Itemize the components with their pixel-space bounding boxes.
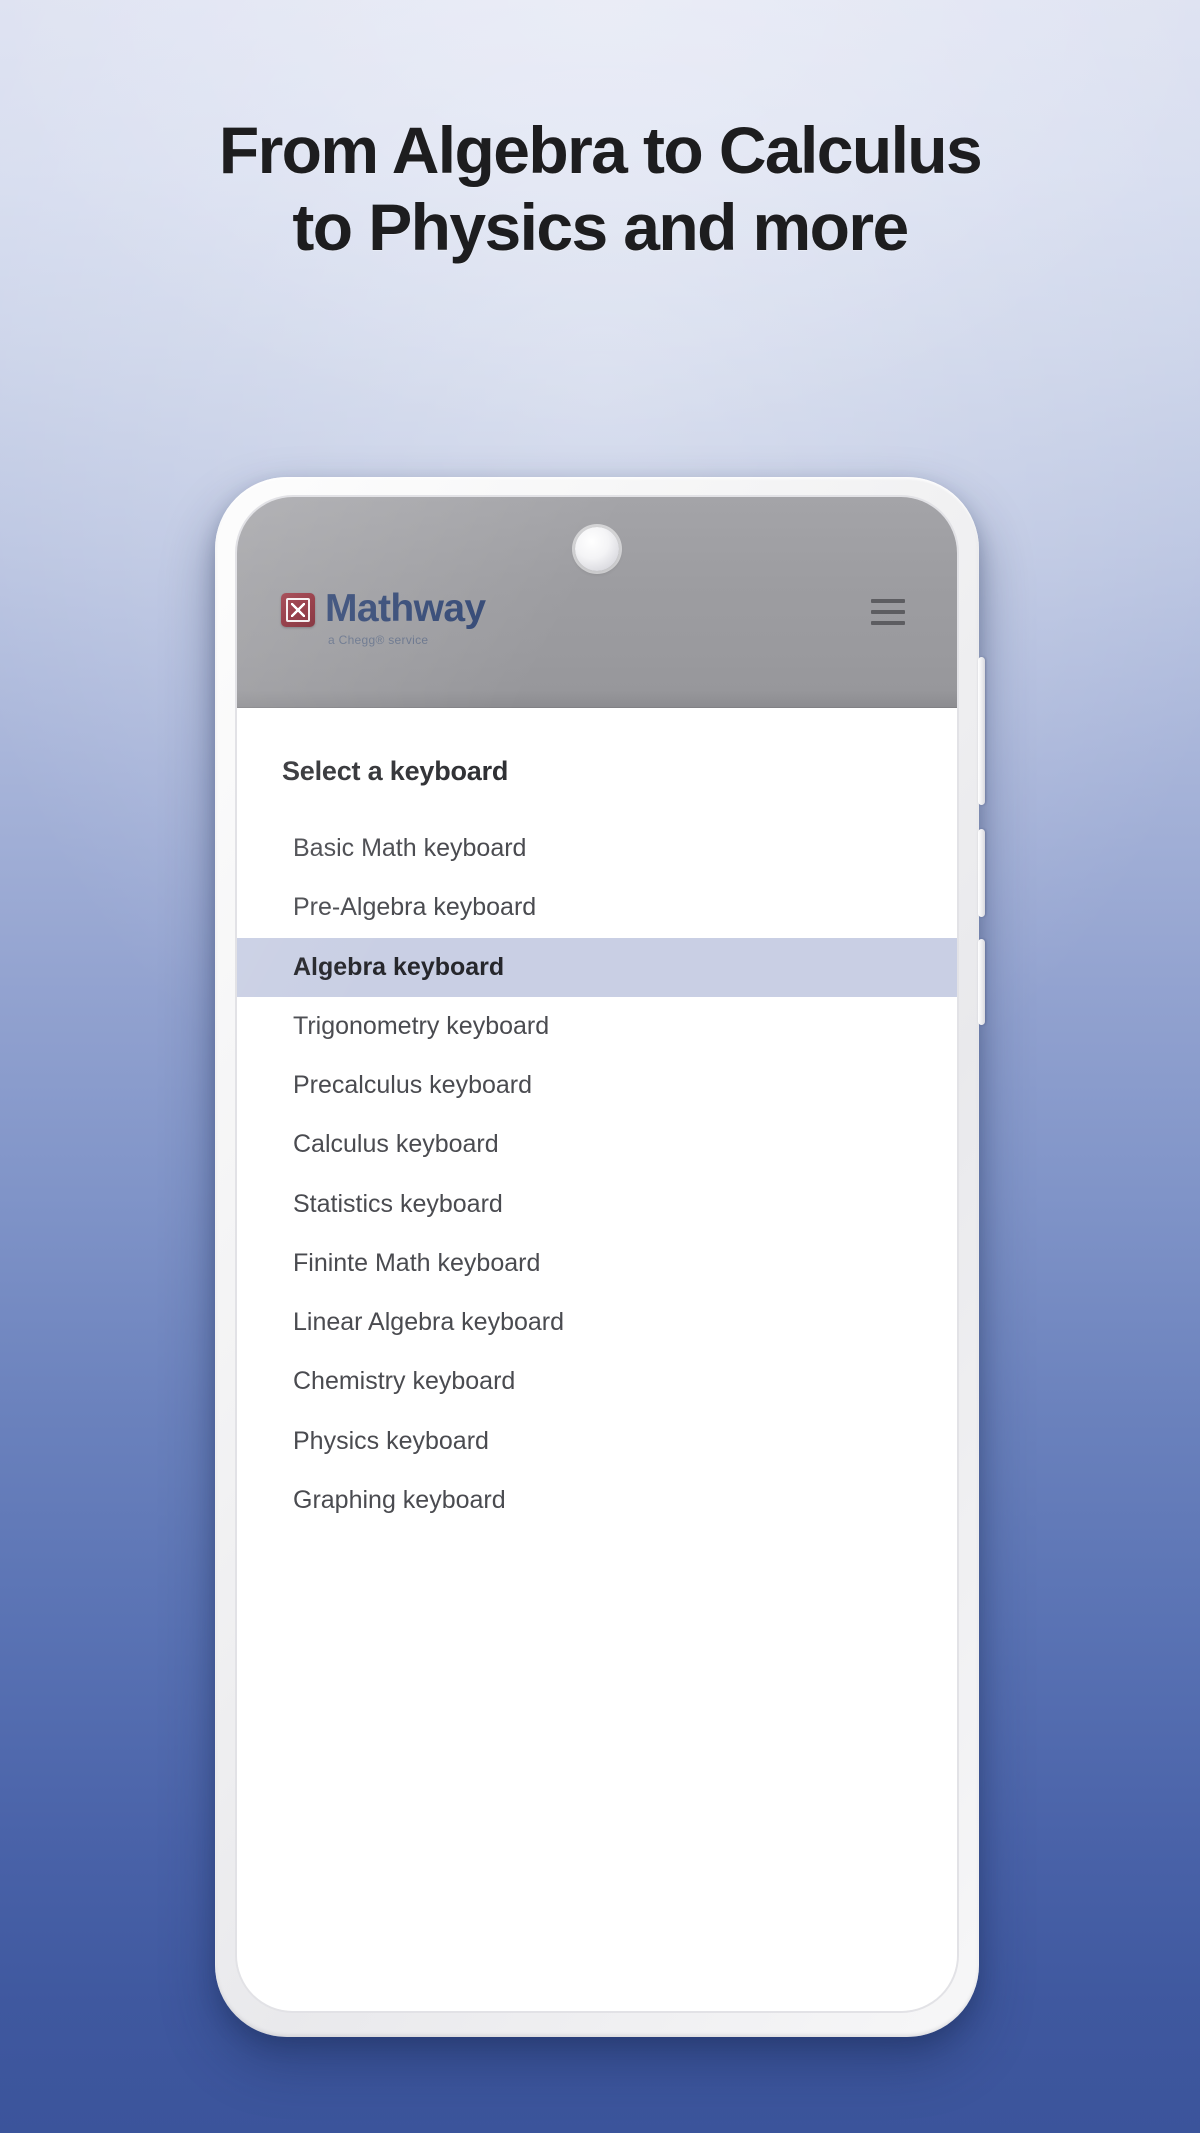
page-title: Select a keyboard	[282, 756, 509, 786]
keyboard-list-item[interactable]: Basic Math keyboard	[237, 819, 957, 878]
keyboard-list-item[interactable]: Calculus keyboard	[237, 1115, 957, 1174]
phone-screen: Mathway a Chegg® service Select a keyboa…	[237, 497, 957, 2011]
keyboard-list: Basic Math keyboard Pre-Algebra keyboard A…	[237, 819, 957, 1530]
keyboard-list-item[interactable]: Statistics keyboard	[237, 1175, 957, 1234]
phone-device-frame: Mathway a Chegg® service Select a keyboa…	[215, 477, 985, 2037]
mathway-mark-icon	[281, 593, 315, 627]
hamburger-bar	[871, 621, 905, 625]
mathway-tagline: a Chegg® service	[328, 633, 429, 647]
volume-down-button[interactable]	[978, 829, 985, 917]
mathway-logo[interactable]: Mathway a Chegg® service	[281, 589, 486, 647]
keyboard-list-item[interactable]: Algebra keyboard	[237, 937, 957, 997]
hamburger-bar	[871, 599, 905, 603]
keyboard-list-item[interactable]: Trigonometry keyboard	[237, 997, 957, 1056]
keyboard-list-item[interactable]: Graphing keyboard	[237, 1471, 957, 1530]
keyboard-list-item[interactable]: Physics keyboard	[237, 1412, 957, 1471]
headline-line-2: to Physics and more	[292, 189, 909, 264]
keyboard-list-item[interactable]: Precalculus keyboard	[237, 1056, 957, 1115]
headline-line-1: From Algebra to Calculus	[218, 113, 983, 187]
app-content: Select a keyboard Basic Math keyboard Pre…	[237, 708, 957, 2011]
hamburger-bar	[871, 610, 905, 614]
keyboard-list-item[interactable]: Linear Algebra keyboard	[237, 1293, 957, 1352]
volume-up-button[interactable]	[978, 657, 985, 805]
front-camera-icon	[575, 527, 619, 571]
page-headline: From Algebra to Calculus to Physics and …	[0, 112, 1200, 265]
mathway-wordmark: Mathway	[325, 587, 486, 630]
hamburger-icon[interactable]	[871, 599, 905, 625]
app-header: Mathway a Chegg® service	[237, 497, 957, 708]
keyboard-list-item[interactable]: Fininte Math keyboard	[237, 1234, 957, 1293]
power-button[interactable]	[978, 939, 985, 1025]
keyboard-list-item[interactable]: Chemistry keyboard	[237, 1352, 957, 1411]
keyboard-list-item[interactable]: Pre-Algebra keyboard	[237, 878, 957, 937]
